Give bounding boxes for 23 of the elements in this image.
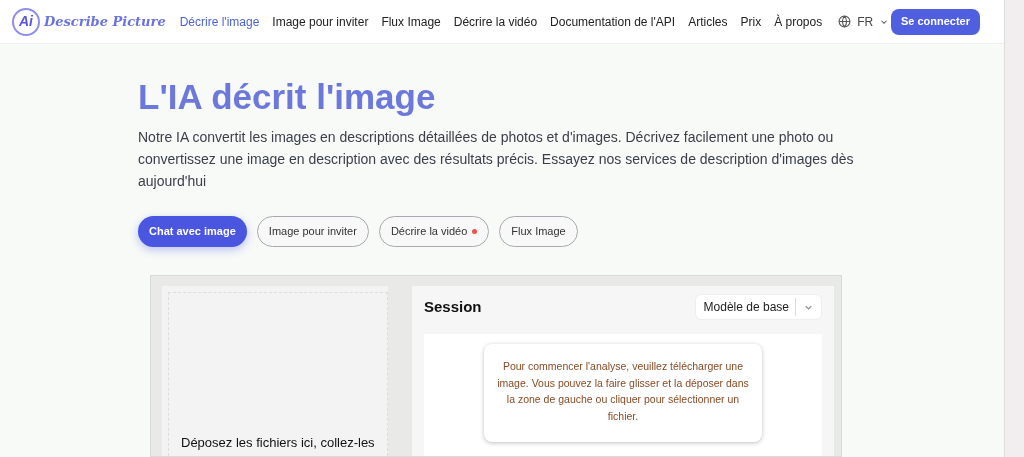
nav-link[interactable]: Prix — [740, 12, 762, 31]
description-text: Notre IA convertit les images en descriptions détaillées de photos et d'images. Décrivez facilement une photo ou convertissez une image en description avec des résultats précis. Essayez nos services de description d'images dès aujourd'hui — [138, 128, 855, 191]
mode-tab[interactable]: Flux Image — [499, 216, 578, 247]
login-button[interactable]: Se connecter — [890, 8, 980, 35]
mode-tab[interactable]: Image pour inviter — [256, 216, 369, 247]
upload-hint: Déposez les fichiers ici, collez-les — [181, 433, 375, 452]
nav-link[interactable]: À propos — [774, 12, 823, 31]
logo-text: Describe Picture — [44, 12, 166, 31]
language-selector[interactable]: FR — [838, 12, 890, 31]
info-message: Pour commencer l'analyse, veuillez télécharger une image. Vous pouvez la faire glisser et la déposer dans la zone de gauche ou cliquer pour sélectionner un fichier. — [484, 344, 762, 442]
nav-link[interactable]: Articles — [688, 12, 728, 31]
mode-tab[interactable]: Décrire la vidéo — [378, 216, 490, 247]
session-title: Session — [424, 296, 482, 317]
nav-link[interactable]: Image pour inviter — [272, 12, 369, 31]
globe-icon — [838, 15, 852, 28]
nav-link[interactable]: Flux Image — [381, 12, 441, 31]
page-title: L'IA décrit l'image — [138, 76, 437, 118]
mode-tab[interactable]: Chat avec image — [138, 216, 247, 247]
model-dropdown[interactable]: Modèle de base — [694, 294, 822, 320]
nav-link[interactable]: Décrire la vidéo — [453, 12, 538, 31]
logo-badge: Ai — [12, 7, 40, 36]
nav-link[interactable]: Décrire l'image — [179, 12, 260, 31]
nav-link[interactable]: Documentation de l'API — [550, 12, 676, 31]
